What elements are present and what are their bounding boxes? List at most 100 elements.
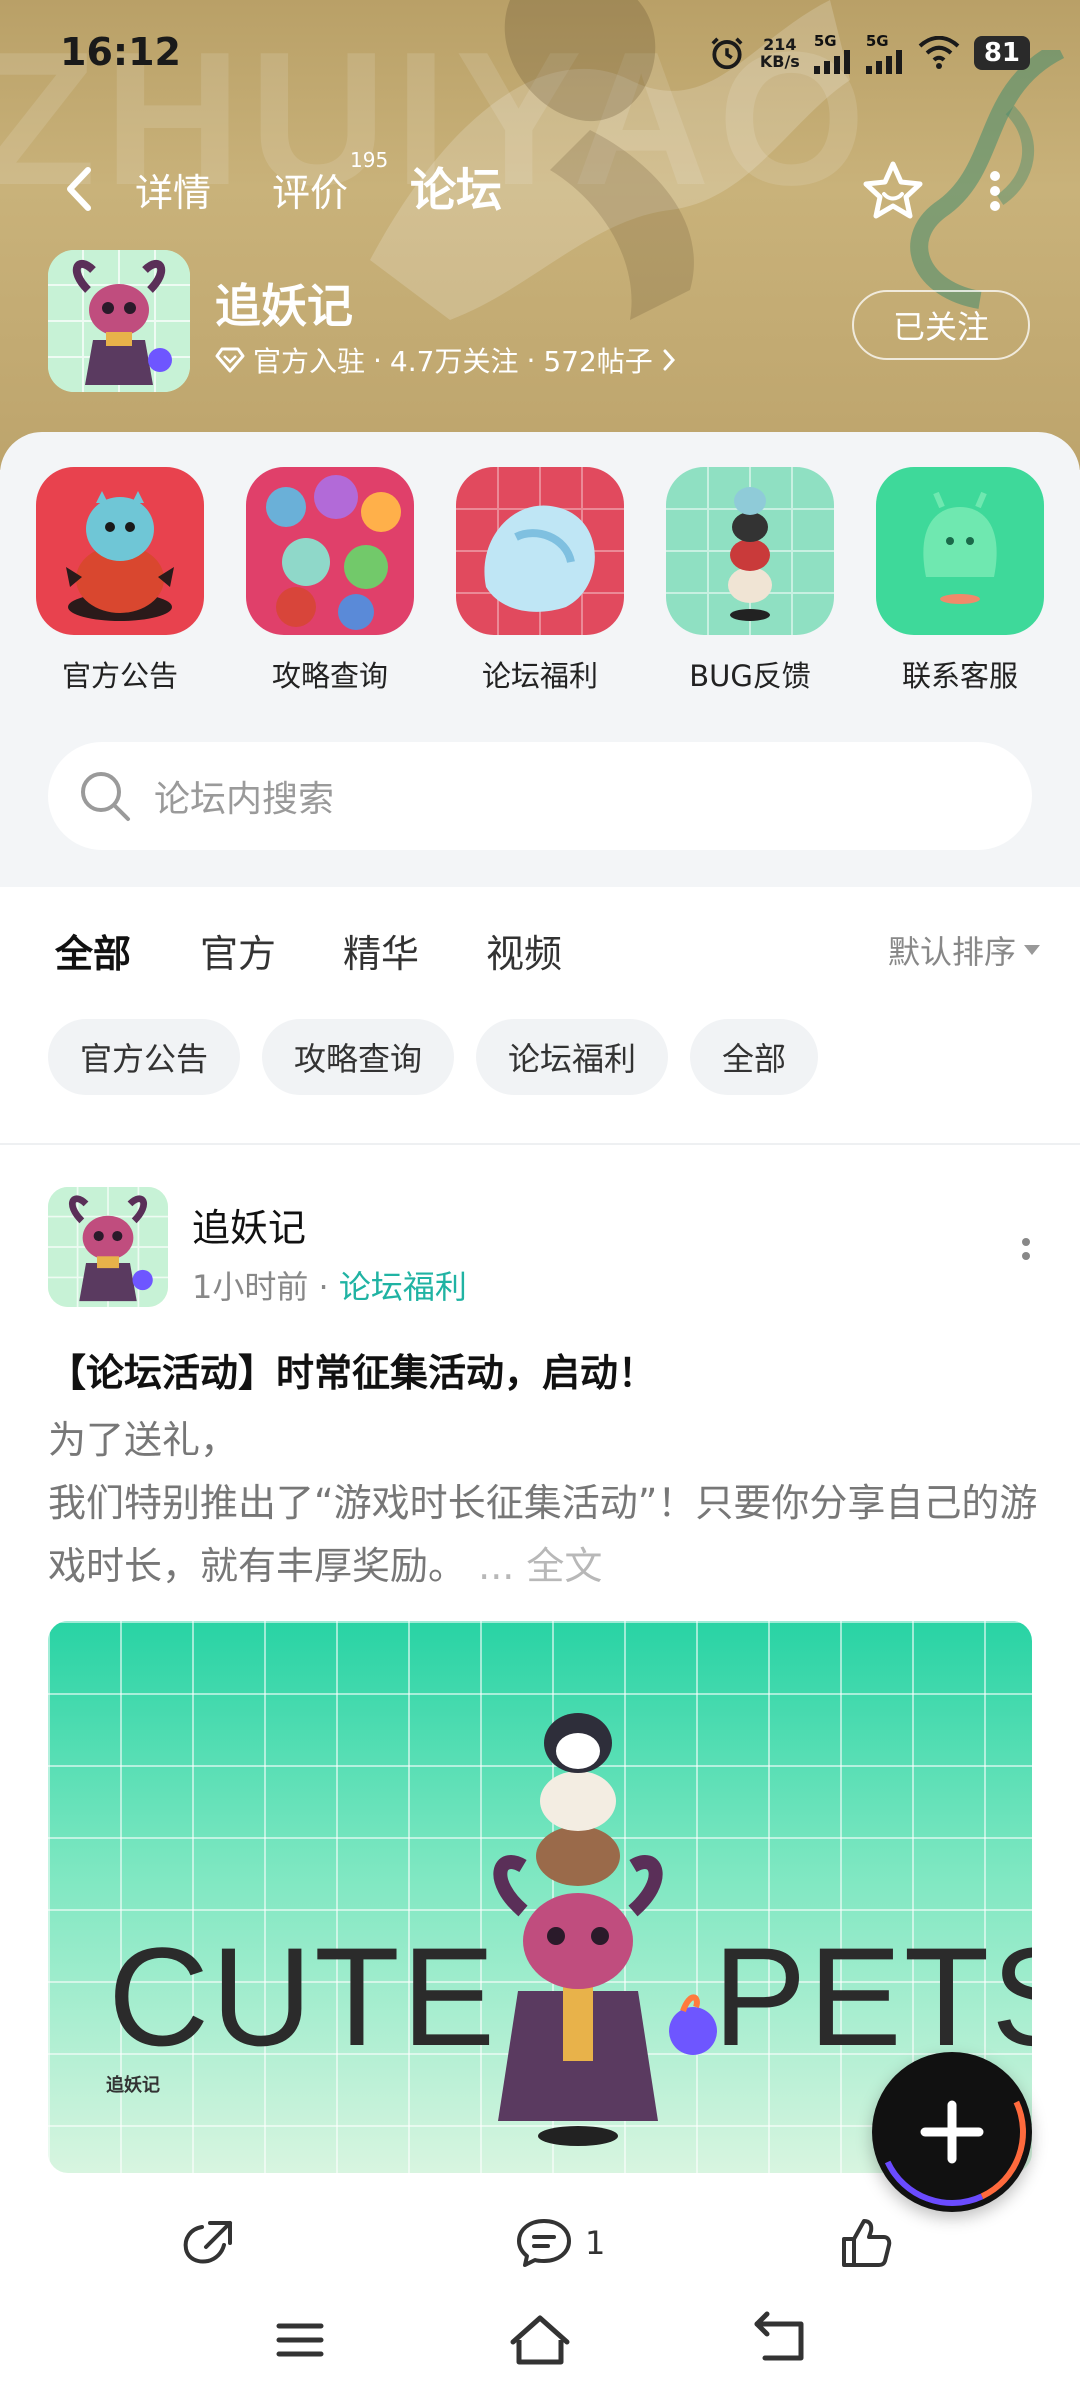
post-body-line: 我们特别推出了“游戏时长征集活动”！只要你分享自己的游戏时长，就有丰厚奖励。 .… xyxy=(48,1472,1038,1598)
chevron-right-icon xyxy=(663,349,675,371)
shortcut-bug-report[interactable]: BUG反馈 xyxy=(666,467,834,695)
meta-separator: · xyxy=(373,343,382,377)
filter-tab-video[interactable]: 视频 xyxy=(486,923,562,978)
chip-guides[interactable]: 攻略查询 xyxy=(262,1019,455,1095)
signal-2: 5G xyxy=(865,32,904,74)
create-post-button[interactable] xyxy=(857,2037,1047,2227)
image-logo: 追妖记 xyxy=(106,2075,160,2096)
shortcut-label: BUG反馈 xyxy=(689,659,811,693)
comment-icon xyxy=(517,2219,571,2267)
tab-reviews[interactable]: 评价 195 xyxy=(272,148,388,217)
more-options-icon[interactable] xyxy=(985,166,1005,216)
sort-label: 默认排序 xyxy=(887,933,1016,971)
avatar[interactable] xyxy=(48,1187,168,1307)
read-more-link[interactable]: ... 全文 xyxy=(478,1544,602,1588)
game-name: 追妖记 xyxy=(215,279,353,333)
game-logo xyxy=(48,250,190,392)
post-meta: 1小时前 · 论坛福利 xyxy=(192,1262,467,1308)
shortcut-benefits[interactable]: 论坛福利 xyxy=(456,467,624,695)
post-author[interactable]: 追妖记 xyxy=(192,1197,306,1252)
battery-indicator: 81 xyxy=(973,36,1030,70)
tab-reviews-label: 评价 xyxy=(272,171,349,215)
tab-details-label: 详情 xyxy=(135,171,212,215)
post-body-line: 为了送礼， xyxy=(48,1418,239,1462)
red-monster-icon xyxy=(36,467,204,635)
share-icon xyxy=(183,2221,232,2264)
ice-monster-icon xyxy=(456,467,624,635)
top-nav: 详情 评价 195 论坛 xyxy=(0,148,1080,230)
signal-icon xyxy=(813,50,850,74)
header-banner: ZHUIYAO 16:12 214 KB/s 5G 5G 81 详情 评价 19… xyxy=(0,0,1080,470)
sort-dropdown[interactable]: 默认排序 xyxy=(888,927,1040,973)
signal-2-label: 5G xyxy=(865,32,889,50)
official-label: 官方入驻 xyxy=(253,345,366,378)
back-arrow-icon[interactable] xyxy=(60,164,100,214)
game-logo-art xyxy=(48,250,190,392)
shortcut-list: 官方公告 攻略查询 论坛福利 BUG反馈 联系客服 xyxy=(0,467,1080,695)
game-meta[interactable]: 官方入驻 · 4.7万关注 · 572帖子 xyxy=(215,340,677,380)
category-chips: 官方公告 攻略查询 论坛福利 全部 xyxy=(48,1019,819,1095)
posts-count: 572帖子 xyxy=(543,345,653,378)
filter-tab-label: 全部 xyxy=(55,932,132,976)
filter-tab-official[interactable]: 官方 xyxy=(200,923,276,978)
status-bar: 16:12 214 KB/s 5G 5G 81 xyxy=(0,0,1080,110)
chip-announcements[interactable]: 官方公告 xyxy=(48,1019,241,1095)
wifi-icon xyxy=(918,36,960,69)
back-icon[interactable] xyxy=(745,2310,815,2370)
shortcut-label: 官方公告 xyxy=(61,659,178,693)
tab-forum[interactable]: 论坛 xyxy=(410,154,506,220)
post-body[interactable]: 为了送礼， 我们特别推出了“游戏时长征集活动”！只要你分享自己的游戏时长，就有丰… xyxy=(48,1409,1038,1598)
post-category[interactable]: 论坛福利 xyxy=(339,1268,467,1306)
post-time: 1小时前 xyxy=(192,1268,309,1306)
signal-1-label: 5G xyxy=(813,32,837,50)
like-button[interactable] xyxy=(838,2217,894,2269)
character-illustration xyxy=(493,1713,717,2146)
search-icon xyxy=(81,772,130,821)
followers-count: 4.7万关注 xyxy=(389,345,519,378)
home-icon[interactable] xyxy=(505,2310,575,2370)
chip-all[interactable]: 全部 xyxy=(690,1019,819,1095)
post-title[interactable]: 【论坛活动】时常征集活动，启动！ xyxy=(48,1342,656,1397)
image-text-right: PETS xyxy=(713,1918,1032,2075)
system-navigation-bar xyxy=(0,2290,1080,2400)
meta-separator: · xyxy=(526,343,536,377)
meta-separator: · xyxy=(318,1268,339,1306)
shortcut-label: 论坛福利 xyxy=(481,659,598,693)
network-speed-unit: KB/s xyxy=(759,52,800,71)
stacked-pets-icon xyxy=(666,467,834,635)
shortcut-label: 联系客服 xyxy=(901,659,1018,693)
follow-button[interactable]: 已关注 xyxy=(852,290,1030,360)
star-icon[interactable] xyxy=(860,158,926,224)
avatar-art xyxy=(48,1187,168,1307)
shortcut-guides[interactable]: 攻略查询 xyxy=(246,467,414,695)
network-speed-value: 214 xyxy=(763,35,797,54)
signal-1: 5G xyxy=(813,32,852,74)
status-time: 16:12 xyxy=(60,30,181,74)
thumbs-up-icon xyxy=(842,2219,892,2267)
comment-button[interactable]: 1 xyxy=(515,2217,605,2269)
shortcut-announcements[interactable]: 官方公告 xyxy=(36,467,204,695)
shortcut-label: 攻略查询 xyxy=(271,659,388,693)
post-more-icon[interactable] xyxy=(1020,1232,1032,1266)
caret-down-icon xyxy=(1024,945,1040,955)
filter-tab-featured[interactable]: 精华 xyxy=(343,923,419,978)
alarm-icon xyxy=(711,37,743,70)
post-actions: 1 xyxy=(0,2217,1080,2277)
reviews-count-badge: 195 xyxy=(350,148,389,172)
tab-details[interactable]: 详情 xyxy=(135,162,211,217)
search-input[interactable]: 论坛内搜索 xyxy=(48,742,1032,850)
signal-icon xyxy=(865,50,902,74)
shortcut-customer-service[interactable]: 联系客服 xyxy=(876,467,1044,695)
comment-count: 1 xyxy=(585,2224,606,2262)
chip-benefits[interactable]: 论坛福利 xyxy=(476,1019,669,1095)
filter-bar: 全部 官方 精华 视频 默认排序 官方公告 攻略查询 论坛福利 全部 xyxy=(0,887,1080,1145)
monster-group-icon xyxy=(246,467,414,635)
shortcut-panel: 官方公告 攻略查询 论坛福利 BUG反馈 联系客服 论坛内搜索 xyxy=(0,432,1080,887)
tab-forum-label: 论坛 xyxy=(410,163,502,217)
menu-icon[interactable] xyxy=(265,2310,335,2370)
network-speed: 214 KB/s xyxy=(760,36,800,70)
share-button[interactable] xyxy=(180,2217,236,2267)
search-placeholder: 论坛内搜索 xyxy=(154,779,335,820)
diamond-icon xyxy=(215,347,245,373)
filter-tab-all[interactable]: 全部 xyxy=(55,923,132,984)
